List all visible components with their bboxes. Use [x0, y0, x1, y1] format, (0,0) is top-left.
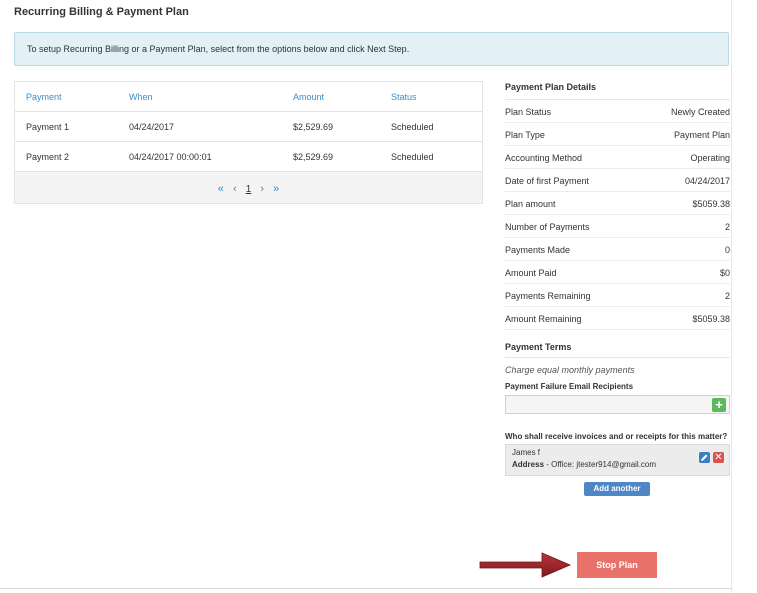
- detail-row: Number of Payments 2: [505, 215, 730, 238]
- failure-recipients-label: Payment Failure Email Recipients: [505, 382, 634, 391]
- col-header-amount[interactable]: Amount: [293, 92, 324, 102]
- detail-label: Amount Paid: [505, 268, 557, 278]
- plan-details: Payment Plan Details Plan Status Newly Cr…: [505, 78, 730, 330]
- detail-value: 0: [724, 245, 730, 255]
- add-another-button[interactable]: Add another: [584, 482, 650, 496]
- payment-amount: $2,529.69: [293, 122, 334, 132]
- add-recipient-button[interactable]: +: [712, 398, 726, 412]
- last-page-icon[interactable]: »: [273, 183, 279, 195]
- payment-when: 04/24/2017 00:00:01: [129, 152, 212, 162]
- detail-value: 2: [724, 291, 730, 301]
- payment-status: Scheduled: [391, 152, 434, 162]
- detail-value: Operating: [690, 153, 730, 163]
- panel-right-edge: [731, 0, 757, 593]
- col-header-payment[interactable]: Payment: [26, 92, 62, 102]
- payment-terms-title: Payment Terms: [505, 342, 730, 358]
- billing-panel: Recurring Billing & Payment Plan To setu…: [0, 0, 757, 593]
- pagination: « ‹ 1 › »: [15, 175, 482, 203]
- payment-when: 04/24/2017: [129, 122, 175, 132]
- detail-label: Amount Remaining: [505, 314, 582, 324]
- detail-label: Accounting Method: [505, 153, 583, 163]
- detail-row: Amount Paid $0: [505, 261, 730, 284]
- info-text: To setup Recurring Billing or a Payment …: [27, 44, 410, 54]
- detail-row: Date of first Payment 04/24/2017: [505, 169, 730, 192]
- payment-name: Payment 1: [26, 122, 70, 132]
- payment-terms-text: Charge equal monthly payments: [505, 365, 635, 375]
- detail-row: Plan amount $5059.38: [505, 192, 730, 215]
- detail-row: Accounting Method Operating: [505, 146, 730, 169]
- plus-icon: +: [715, 397, 723, 412]
- info-alert: To setup Recurring Billing or a Payment …: [14, 32, 729, 66]
- first-page-icon[interactable]: «: [218, 183, 224, 195]
- detail-label: Payments Remaining: [505, 291, 591, 301]
- address-label: Address: [512, 460, 545, 469]
- table-row: Payment 2 04/24/2017 00:00:01 $2,529.69 …: [15, 142, 482, 172]
- detail-row: Plan Type Payment Plan: [505, 123, 730, 146]
- table-row: Payment 1 04/24/2017 $2,529.69 Scheduled: [15, 112, 482, 142]
- next-page-icon[interactable]: ›: [260, 183, 264, 195]
- table-header-row: Payment When Amount Status: [15, 82, 482, 112]
- recipient-address: Address - Office: jtester914@gmail.com: [512, 460, 723, 469]
- pointer-arrow-icon: [479, 552, 572, 578]
- edit-recipient-button[interactable]: [699, 452, 710, 463]
- payments-table: Payment When Amount Status Payment 1 04/…: [14, 81, 483, 204]
- close-icon: ✕: [714, 452, 723, 463]
- page-number-link[interactable]: 1: [246, 184, 252, 195]
- stop-plan-button[interactable]: Stop Plan: [577, 552, 657, 578]
- detail-value: $5059.38: [692, 199, 730, 209]
- prev-page-icon[interactable]: ‹: [233, 183, 237, 195]
- detail-value: 04/24/2017: [684, 176, 730, 186]
- recipient-name: James f: [512, 448, 541, 457]
- detail-row: Payments Remaining 2: [505, 284, 730, 307]
- plan-details-title: Payment Plan Details: [505, 78, 730, 100]
- panel-bottom-divider: [0, 588, 733, 589]
- pencil-icon: [701, 454, 708, 461]
- col-header-status[interactable]: Status: [391, 92, 417, 102]
- invoice-recipients-label: Who shall receive invoices and or receip…: [505, 432, 728, 441]
- detail-row: Payments Made 0: [505, 238, 730, 261]
- payments-table-body: Payment When Amount Status Payment 1 04/…: [15, 82, 482, 172]
- failure-recipients-input[interactable]: +: [505, 395, 730, 414]
- detail-label: Number of Payments: [505, 222, 590, 232]
- delete-recipient-button[interactable]: ✕: [713, 452, 724, 463]
- recipient-card: James f Address - Office: jtester914@gma…: [505, 444, 730, 476]
- detail-label: Payments Made: [505, 245, 571, 255]
- payment-amount: $2,529.69: [293, 152, 334, 162]
- detail-label: Plan Status: [505, 107, 552, 117]
- detail-label: Date of first Payment: [505, 176, 590, 186]
- detail-value: Newly Created: [670, 107, 730, 117]
- payment-name: Payment 2: [26, 152, 70, 162]
- detail-label: Plan amount: [505, 199, 556, 209]
- col-header-when[interactable]: When: [129, 92, 153, 102]
- detail-value: 2: [724, 222, 730, 232]
- detail-row: Plan Status Newly Created: [505, 100, 730, 123]
- detail-label: Plan Type: [505, 130, 545, 140]
- address-value: - Office: jtester914@gmail.com: [544, 460, 657, 469]
- detail-row: Amount Remaining $5059.38: [505, 307, 730, 330]
- detail-value: $5059.38: [692, 314, 730, 324]
- payment-status: Scheduled: [391, 122, 434, 132]
- detail-value: $0: [719, 268, 730, 278]
- page-title: Recurring Billing & Payment Plan: [14, 6, 189, 18]
- detail-value: Payment Plan: [673, 130, 730, 140]
